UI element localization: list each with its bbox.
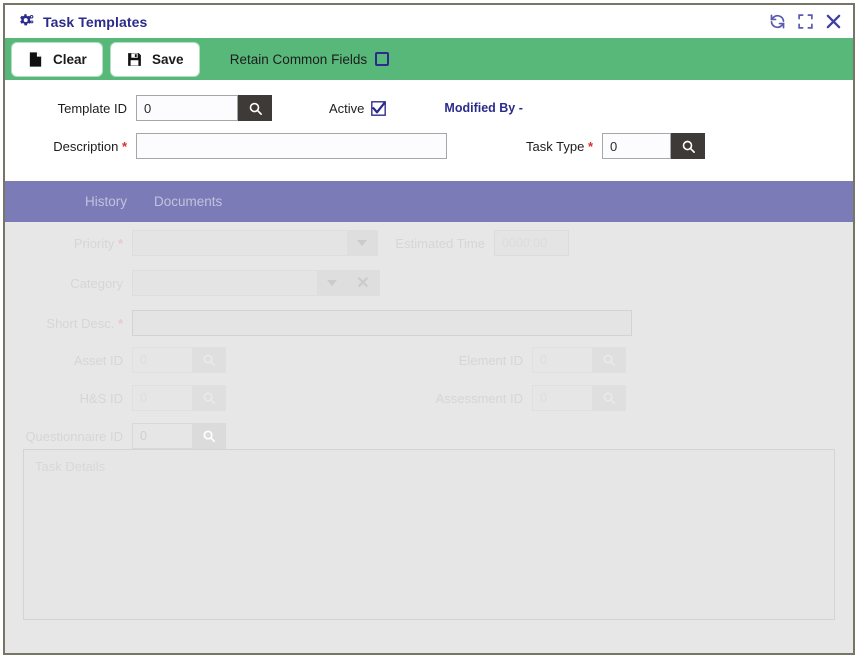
estimated-time-input[interactable]: 0000:00 (494, 230, 569, 256)
priority-select-value (133, 231, 347, 255)
category-select[interactable]: ✕ (132, 270, 380, 296)
category-label: Category (70, 275, 123, 291)
estimated-time-label: Estimated Time (395, 235, 485, 251)
magnifier-icon (202, 353, 216, 367)
priority-row: Priority * (5, 230, 378, 256)
maximize-icon[interactable] (797, 13, 814, 30)
hs-id-input[interactable]: 0 (132, 385, 192, 411)
task-type-input[interactable] (602, 133, 671, 159)
assessment-id-input-group: 0 (532, 385, 626, 411)
element-id-lookup-button[interactable] (592, 347, 626, 373)
asset-id-lookup-button[interactable] (192, 347, 226, 373)
retain-common-fields-label: Retain Common Fields (229, 51, 368, 67)
chevron-down-icon (347, 231, 377, 255)
assessment-id-row: Assessment ID 0 (405, 385, 626, 411)
priority-select[interactable] (132, 230, 378, 256)
active-group: Active (329, 100, 387, 116)
save-button-label: Save (152, 51, 184, 67)
magnifier-icon (202, 391, 216, 405)
active-checkbox[interactable] (371, 100, 387, 116)
assessment-id-label: Assessment ID (435, 390, 523, 406)
short-desc-input[interactable] (132, 310, 632, 336)
questionnaire-id-input-group: 0 (132, 423, 226, 449)
description-required-asterisk: * (118, 138, 127, 154)
element-id-row: Element ID 0 (405, 347, 626, 373)
hs-id-lookup-button[interactable] (192, 385, 226, 411)
chevron-down-icon (317, 271, 347, 295)
hs-id-input-group: 0 (132, 385, 226, 411)
questionnaire-id-lookup-button[interactable] (192, 423, 226, 449)
template-id-row: Template ID Active (5, 92, 853, 124)
short-desc-required-asterisk: * (114, 315, 123, 331)
template-id-input[interactable] (136, 95, 238, 121)
template-id-label: Template ID (57, 100, 127, 116)
element-id-label: Element ID (458, 352, 523, 368)
assessment-id-input[interactable]: 0 (532, 385, 592, 411)
category-clear-icon[interactable]: ✕ (347, 271, 379, 295)
priority-required-asterisk: * (114, 235, 123, 251)
questionnaire-id-row: Questionnaire ID 0 (5, 423, 226, 449)
tab-bar: History Documents (5, 181, 853, 222)
active-label: Active (329, 100, 365, 116)
asset-id-input[interactable]: 0 (132, 347, 192, 373)
estimated-time-row: Estimated Time 0000:00 (375, 230, 569, 256)
title-bar-left: Task Templates (5, 13, 147, 30)
task-type-input-group (602, 133, 705, 159)
tab-history[interactable]: History (85, 194, 127, 209)
task-templates-window: Task Templates Clear Save Retain Common … (3, 3, 855, 655)
asset-id-label: Asset ID (73, 352, 123, 368)
page-icon (27, 51, 44, 68)
description-input[interactable] (136, 133, 447, 159)
task-type-lookup-button[interactable] (671, 133, 705, 159)
questionnaire-id-label: Questionnaire ID (25, 428, 123, 444)
questionnaire-id-input[interactable]: 0 (132, 423, 192, 449)
template-id-lookup-button[interactable] (238, 95, 272, 121)
action-toolbar: Clear Save Retain Common Fields (5, 38, 853, 80)
category-row: Category ✕ (5, 270, 380, 296)
assessment-id-lookup-button[interactable] (592, 385, 626, 411)
asset-id-input-group: 0 (132, 347, 226, 373)
save-button[interactable]: Save (110, 42, 199, 76)
magnifier-icon (202, 429, 216, 443)
hs-id-row: H&S ID 0 (5, 385, 226, 411)
task-type-required-asterisk: * (584, 138, 593, 154)
task-details-textarea[interactable]: Task Details (23, 449, 835, 620)
hs-id-label: H&S ID (79, 390, 123, 406)
template-id-input-group (136, 95, 272, 121)
description-row: Description * Task Type * (5, 130, 853, 162)
gear-icon (18, 13, 35, 30)
asset-id-row: Asset ID 0 (5, 347, 226, 373)
task-type-label: Task Type * (526, 138, 593, 154)
modified-by-label: Modified By - (444, 101, 523, 115)
retain-common-fields-group: Retain Common Fields (229, 51, 390, 67)
floppy-disk-icon (126, 51, 143, 68)
close-icon[interactable] (825, 13, 842, 30)
description-label: Description * (53, 138, 127, 154)
window-controls (769, 5, 842, 38)
magnifier-icon (602, 353, 616, 367)
clear-button[interactable]: Clear (12, 42, 102, 76)
clear-button-label: Clear (53, 51, 87, 67)
magnifier-icon (248, 101, 263, 116)
category-select-value (133, 271, 317, 295)
window-title: Task Templates (43, 13, 148, 30)
retain-common-fields-checkbox[interactable] (375, 52, 390, 66)
refresh-icon[interactable] (769, 13, 786, 30)
task-details-placeholder: Task Details (35, 459, 106, 474)
title-bar: Task Templates (5, 5, 853, 38)
short-desc-label: Short Desc. * (46, 315, 123, 331)
element-id-input[interactable]: 0 (532, 347, 592, 373)
element-id-input-group: 0 (532, 347, 626, 373)
magnifier-icon (681, 139, 696, 154)
short-desc-row: Short Desc. * (5, 310, 632, 336)
task-detail-section: Priority * Estimated Time 0000:00 Catego… (5, 222, 853, 653)
priority-label: Priority * (73, 235, 123, 251)
magnifier-icon (602, 391, 616, 405)
tab-documents[interactable]: Documents (154, 194, 222, 209)
primary-form: Template ID Active (5, 80, 853, 181)
